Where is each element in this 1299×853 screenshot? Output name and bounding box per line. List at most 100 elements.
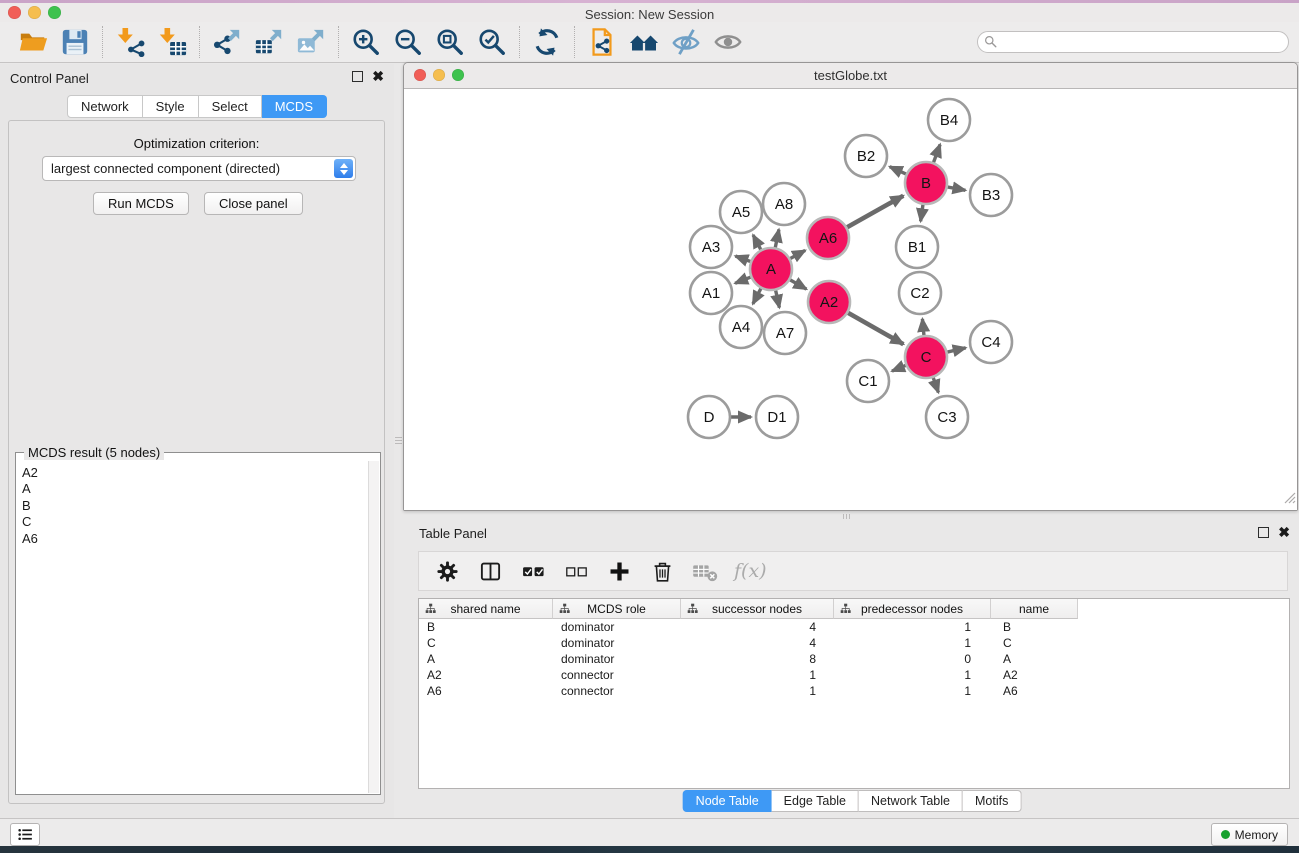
graph-node-B4[interactable]: B4 bbox=[928, 99, 970, 141]
graph-node-A5[interactable]: A5 bbox=[720, 191, 762, 233]
graph-node-A7[interactable]: A7 bbox=[764, 312, 806, 354]
delete-column-icon bbox=[651, 560, 674, 583]
svg-text:A6: A6 bbox=[819, 230, 837, 247]
graph-node-A3[interactable]: A3 bbox=[690, 226, 732, 268]
svg-text:A8: A8 bbox=[775, 196, 793, 213]
mcds-result-item[interactable]: B bbox=[22, 498, 368, 514]
table-cell: 1 bbox=[834, 668, 991, 682]
tab-node-table[interactable]: Node Table bbox=[683, 790, 772, 812]
svg-text:A4: A4 bbox=[732, 319, 750, 336]
graph-node-A8[interactable]: A8 bbox=[763, 183, 805, 225]
tab-mcds[interactable]: MCDS bbox=[262, 95, 327, 118]
mcds-result-item[interactable]: C bbox=[22, 514, 368, 530]
memory-button[interactable]: Memory bbox=[1211, 823, 1288, 846]
zoom-in-button[interactable] bbox=[349, 25, 383, 59]
window-resize-grip[interactable] bbox=[1283, 491, 1296, 509]
mcds-result-item[interactable]: A6 bbox=[22, 531, 368, 547]
table-row[interactable]: Bdominator41B bbox=[419, 619, 1289, 635]
export-image-button[interactable] bbox=[294, 25, 328, 59]
delete-column-button[interactable] bbox=[648, 557, 676, 585]
function-builder-button[interactable]: f(x) bbox=[734, 560, 767, 582]
settings-button[interactable] bbox=[433, 557, 461, 585]
graph-node-B[interactable]: B bbox=[905, 162, 947, 204]
svg-text:B: B bbox=[921, 175, 931, 192]
horizontal-splitter-grip[interactable] bbox=[843, 514, 861, 519]
tab-style[interactable]: Style bbox=[143, 95, 199, 118]
tab-motifs[interactable]: Motifs bbox=[963, 790, 1021, 812]
vertical-splitter-grip[interactable] bbox=[395, 431, 402, 449]
graph-node-D[interactable]: D bbox=[688, 396, 730, 438]
table-cell: 1 bbox=[834, 620, 991, 634]
task-history-button[interactable] bbox=[10, 823, 40, 846]
save-session-icon bbox=[60, 27, 90, 57]
mcds-result-item[interactable]: A bbox=[22, 481, 368, 497]
graph-node-C1[interactable]: C1 bbox=[847, 360, 889, 402]
mcds-result-list: A2ABCA6 bbox=[17, 461, 368, 793]
split-view-button[interactable] bbox=[476, 557, 504, 585]
column-header-predecessor-nodes[interactable]: predecessor nodes bbox=[834, 599, 991, 619]
table-cell: A bbox=[419, 652, 553, 666]
svg-text:B4: B4 bbox=[940, 112, 958, 129]
network-canvas[interactable]: B4 B2 B B3 A8 A5 A6 A3 B1 A A1 C2 A2 A4 A7 C4 C C1 C3 D D1 bbox=[404, 89, 1297, 510]
column-type-icon bbox=[559, 603, 570, 614]
delete-table-button[interactable] bbox=[691, 557, 719, 585]
graph-node-A6[interactable]: A6 bbox=[807, 217, 849, 259]
graph-node-A1[interactable]: A1 bbox=[690, 272, 732, 314]
show-all-button[interactable] bbox=[711, 25, 745, 59]
hide-selected-button[interactable] bbox=[669, 25, 703, 59]
home-button[interactable] bbox=[627, 25, 661, 59]
control-panel-header: Control Panel ✖ bbox=[0, 64, 394, 90]
refresh-icon bbox=[532, 27, 562, 57]
float-table-panel-icon[interactable] bbox=[1258, 527, 1269, 538]
tab-select[interactable]: Select bbox=[199, 95, 262, 118]
graph-node-B2[interactable]: B2 bbox=[845, 135, 887, 177]
svg-text:C1: C1 bbox=[858, 373, 877, 390]
graph-node-D1[interactable]: D1 bbox=[756, 396, 798, 438]
export-network-button[interactable] bbox=[210, 25, 244, 59]
svg-text:C4: C4 bbox=[981, 334, 1000, 351]
column-header-successor-nodes[interactable]: successor nodes bbox=[681, 599, 834, 619]
graph-node-A[interactable]: A bbox=[750, 248, 792, 290]
tab-network[interactable]: Network bbox=[67, 95, 143, 118]
save-session-button[interactable] bbox=[58, 25, 92, 59]
column-header-name[interactable]: name bbox=[991, 599, 1078, 619]
table-row[interactable]: A6connector11A6 bbox=[419, 683, 1289, 699]
graph-node-C3[interactable]: C3 bbox=[926, 396, 968, 438]
mcds-result-item[interactable]: A2 bbox=[22, 465, 368, 481]
zoom-out-button[interactable] bbox=[391, 25, 425, 59]
add-column-button[interactable] bbox=[605, 557, 633, 585]
run-mcds-button[interactable]: Run MCDS bbox=[93, 192, 189, 215]
graph-node-A2[interactable]: A2 bbox=[808, 281, 850, 323]
column-header-MCDS-role[interactable]: MCDS role bbox=[553, 599, 681, 619]
float-panel-icon[interactable] bbox=[352, 71, 363, 82]
graph-node-B3[interactable]: B3 bbox=[970, 174, 1012, 216]
export-table-button[interactable] bbox=[252, 25, 286, 59]
column-header-shared-name[interactable]: shared name bbox=[419, 599, 553, 619]
graph-node-C4[interactable]: C4 bbox=[970, 321, 1012, 363]
close-table-panel-icon[interactable]: ✖ bbox=[1278, 527, 1290, 538]
import-table-button[interactable] bbox=[155, 25, 189, 59]
zoom-selected-button[interactable] bbox=[475, 25, 509, 59]
optimization-select[interactable]: largest connected component (directed) bbox=[42, 156, 356, 181]
import-network-button[interactable] bbox=[113, 25, 147, 59]
close-panel-button[interactable]: Close panel bbox=[204, 192, 303, 215]
table-row[interactable]: Adominator80A bbox=[419, 651, 1289, 667]
table-row[interactable]: A2connector11A2 bbox=[419, 667, 1289, 683]
deselect-all-button[interactable] bbox=[562, 557, 590, 585]
new-network-from-file-button[interactable] bbox=[585, 25, 619, 59]
select-all-button[interactable] bbox=[519, 557, 547, 585]
tab-network-table[interactable]: Network Table bbox=[859, 790, 963, 812]
graph-node-C2[interactable]: C2 bbox=[899, 272, 941, 314]
search-input[interactable] bbox=[977, 31, 1289, 53]
svg-text:D: D bbox=[704, 409, 715, 426]
close-panel-icon[interactable]: ✖ bbox=[372, 71, 384, 82]
tab-edge-table[interactable]: Edge Table bbox=[772, 790, 859, 812]
table-row[interactable]: Cdominator41C bbox=[419, 635, 1289, 651]
graph-node-C[interactable]: C bbox=[905, 336, 947, 378]
result-list-scrollbar[interactable] bbox=[368, 461, 379, 793]
graph-node-A4[interactable]: A4 bbox=[720, 306, 762, 348]
graph-node-B1[interactable]: B1 bbox=[896, 226, 938, 268]
open-file-button[interactable] bbox=[16, 25, 50, 59]
zoom-fit-button[interactable] bbox=[433, 25, 467, 59]
refresh-button[interactable] bbox=[530, 25, 564, 59]
